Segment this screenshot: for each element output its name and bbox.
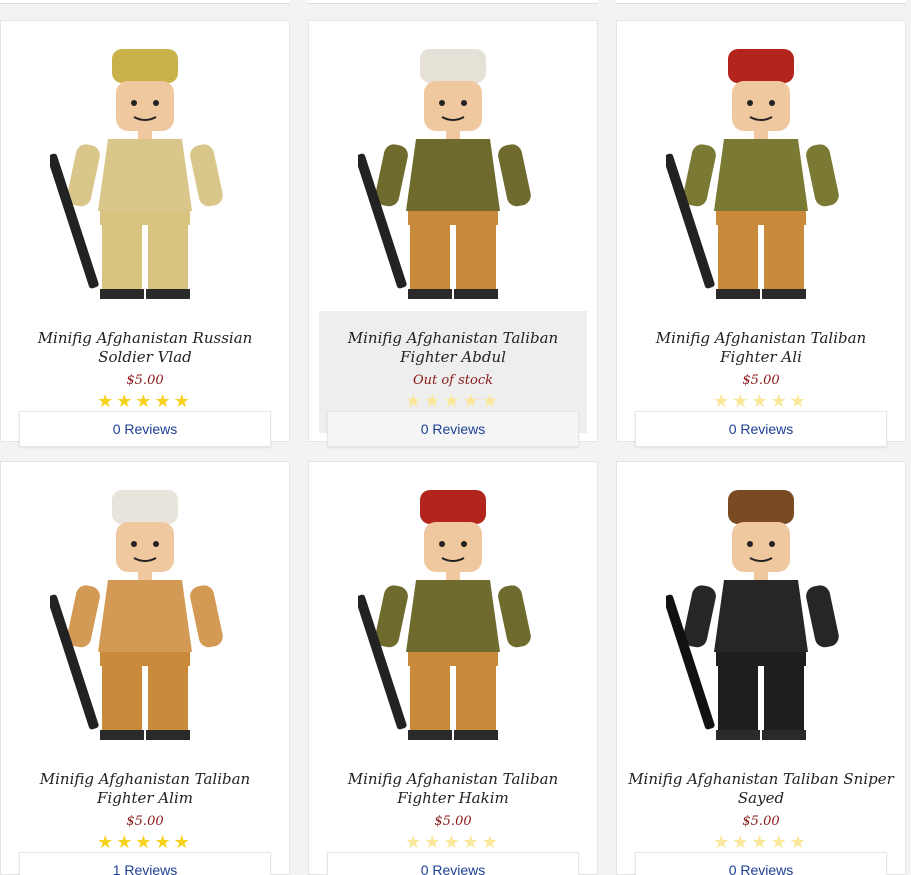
star-rating: ★★★★★ — [319, 391, 587, 413]
product-image[interactable] — [309, 31, 597, 321]
product-card[interactable]: Minifig Afghanistan Taliban Fighter Alim… — [0, 461, 290, 875]
product-title[interactable]: Minifig Afghanistan Taliban Fighter Ali — [627, 329, 895, 367]
star-rating: ★★★★★ — [627, 832, 895, 854]
star-rating: ★★★★★ — [319, 832, 587, 854]
minifig-figure — [358, 49, 531, 299]
star-icon: ★ — [481, 832, 501, 853]
star-icon: ★ — [732, 391, 752, 412]
star-icon: ★ — [135, 832, 155, 853]
product-title[interactable]: Minifig Afghanistan Taliban Fighter Alim — [11, 770, 279, 808]
previous-row-card-edge — [308, 0, 598, 4]
product-price: $5.00 — [742, 373, 780, 388]
previous-row-card-edge — [616, 0, 906, 4]
product-price: $5.00 — [434, 814, 472, 829]
star-icon: ★ — [173, 391, 193, 412]
product-card[interactable]: Minifig Afghanistan Taliban Fighter Ali … — [616, 20, 906, 447]
star-icon: ★ — [424, 832, 444, 853]
star-icon: ★ — [443, 832, 463, 853]
product-card[interactable]: Minifig Afghanistan Taliban Fighter Abdu… — [308, 20, 598, 447]
product-image[interactable] — [309, 472, 597, 762]
minifig-figure — [50, 49, 223, 299]
product-price: $5.00 — [126, 814, 164, 829]
product-title[interactable]: Minifig Afghanistan Taliban Sniper Sayed — [627, 770, 895, 808]
product-image[interactable] — [617, 31, 905, 321]
stock-status: Out of stock — [412, 373, 494, 388]
product-price: $5.00 — [742, 814, 780, 829]
minifig-figure — [358, 490, 531, 740]
star-icon: ★ — [751, 832, 771, 853]
star-icon: ★ — [732, 832, 752, 853]
reviews-button[interactable]: 0 Reviews — [327, 411, 579, 447]
star-icon: ★ — [443, 391, 463, 412]
star-icon: ★ — [424, 391, 444, 412]
reviews-button[interactable]: 0 Reviews — [635, 852, 887, 875]
product-card[interactable]: Minifig Afghanistan Taliban Sniper Sayed… — [616, 461, 906, 875]
star-icon: ★ — [789, 391, 809, 412]
product-title[interactable]: Minifig Afghanistan Russian Soldier Vlad — [11, 329, 279, 367]
minifig-figure — [50, 490, 223, 740]
product-title[interactable]: Minifig Afghanistan Taliban Fighter Haki… — [319, 770, 587, 808]
star-icon: ★ — [713, 832, 733, 853]
star-icon: ★ — [751, 391, 771, 412]
star-icon: ★ — [116, 391, 136, 412]
product-price: $5.00 — [126, 373, 164, 388]
star-icon: ★ — [135, 391, 155, 412]
star-icon: ★ — [405, 391, 425, 412]
minifig-figure — [666, 490, 839, 740]
minifig-figure — [666, 49, 839, 299]
star-rating: ★★★★★ — [627, 391, 895, 413]
product-image[interactable] — [1, 31, 289, 321]
star-rating: ★★★★★ — [11, 391, 279, 413]
star-icon: ★ — [462, 832, 482, 853]
star-icon: ★ — [97, 832, 117, 853]
product-title[interactable]: Minifig Afghanistan Taliban Fighter Abdu… — [319, 329, 587, 367]
star-icon: ★ — [770, 391, 790, 412]
star-icon: ★ — [713, 391, 733, 412]
reviews-button[interactable]: 1 Reviews — [19, 852, 271, 875]
star-icon: ★ — [405, 832, 425, 853]
star-icon: ★ — [173, 832, 193, 853]
product-card[interactable]: Minifig Afghanistan Taliban Fighter Haki… — [308, 461, 598, 875]
star-icon: ★ — [770, 832, 790, 853]
star-icon: ★ — [462, 391, 482, 412]
product-card[interactable]: Minifig Afghanistan Russian Soldier Vlad… — [0, 20, 290, 447]
star-icon: ★ — [116, 832, 136, 853]
star-rating: ★★★★★ — [11, 832, 279, 854]
star-icon: ★ — [154, 391, 174, 412]
product-image[interactable] — [617, 472, 905, 762]
reviews-button[interactable]: 0 Reviews — [327, 852, 579, 875]
previous-row-card-edge — [0, 0, 290, 4]
star-icon: ★ — [97, 391, 117, 412]
product-image[interactable] — [1, 472, 289, 762]
star-icon: ★ — [154, 832, 174, 853]
star-icon: ★ — [481, 391, 501, 412]
star-icon: ★ — [789, 832, 809, 853]
reviews-button[interactable]: 0 Reviews — [19, 411, 271, 447]
reviews-button[interactable]: 0 Reviews — [635, 411, 887, 447]
